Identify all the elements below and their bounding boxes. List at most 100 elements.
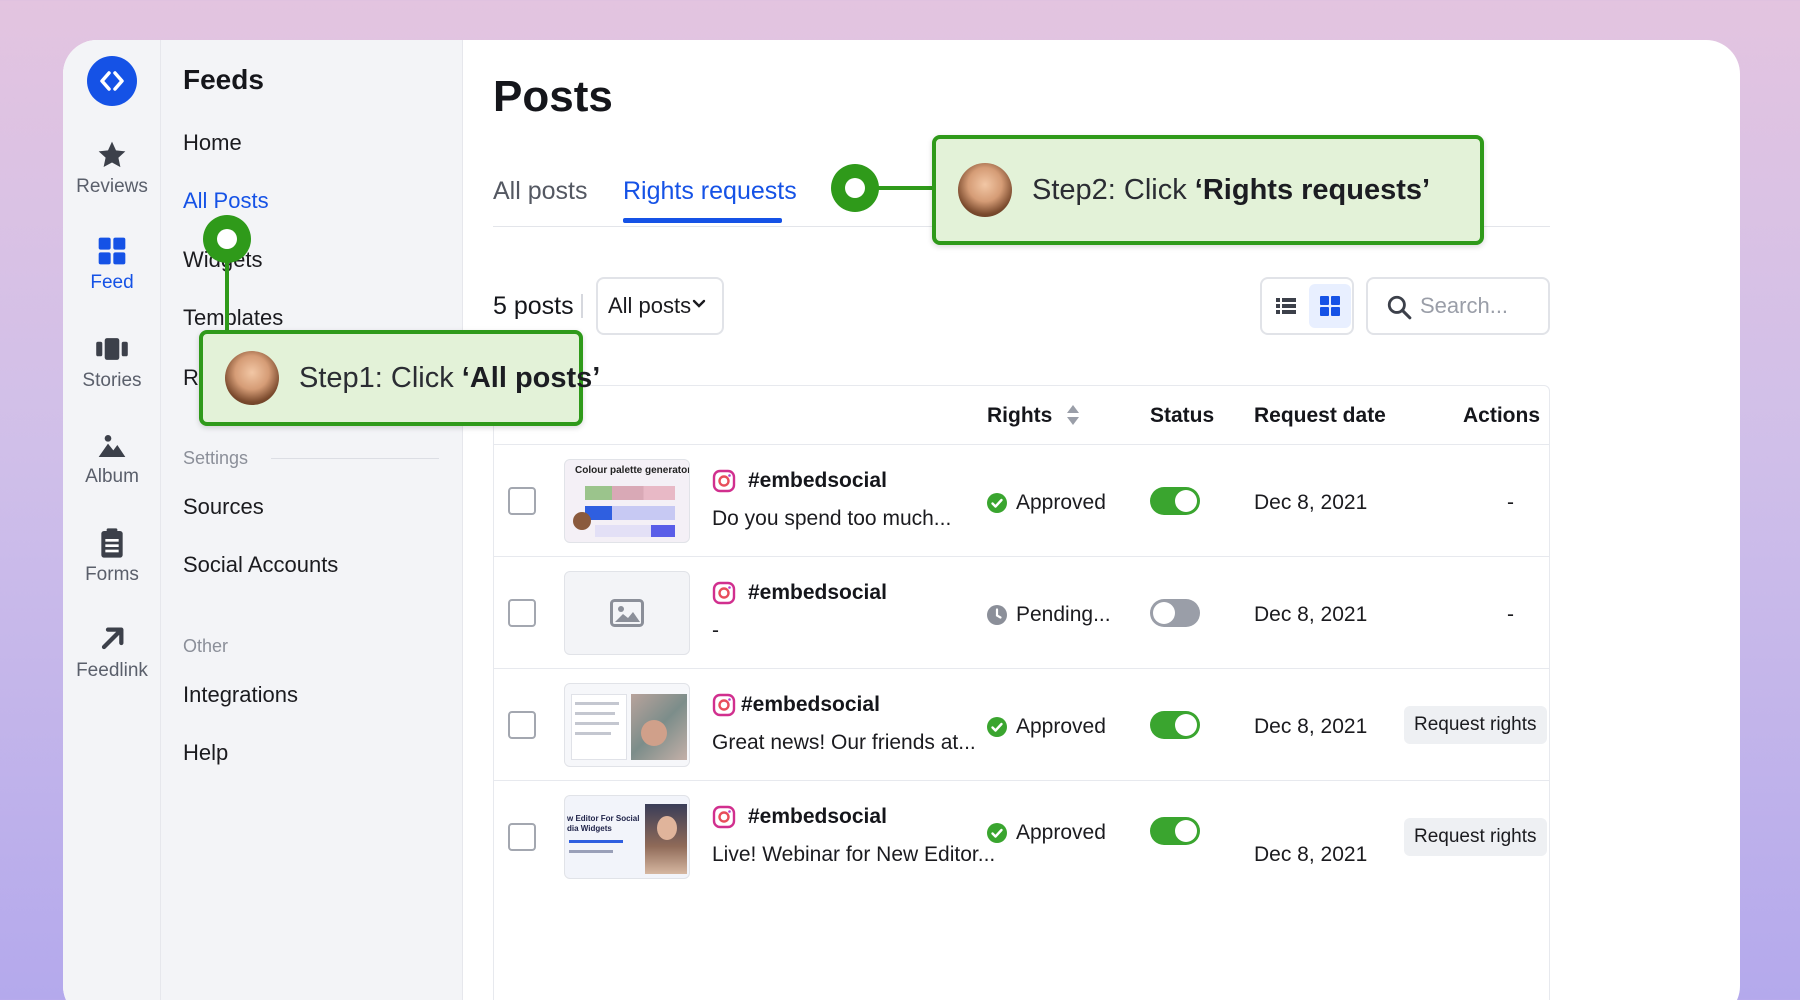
post-caption: Great news! Our friends at... (712, 731, 976, 754)
request-date: Dec 8, 2021 (1254, 603, 1368, 626)
rail-label-reviews: Reviews (76, 176, 148, 197)
step1-avatar (225, 351, 279, 405)
instagram-icon (712, 469, 736, 493)
request-date: Dec 8, 2021 (1254, 491, 1368, 514)
post-thumbnail[interactable] (564, 683, 690, 767)
post-thumbnail[interactable]: w Editor For Social dia Widgets (564, 795, 690, 879)
row-checkbox[interactable] (508, 599, 536, 627)
post-handle: #embedsocial (748, 469, 887, 492)
step2-connector-line (875, 186, 935, 190)
nav-item-integrations[interactable]: Integrations (183, 682, 298, 708)
table-row: #embedsocial Great news! Our friends at.… (494, 668, 1549, 780)
instagram-icon (712, 581, 736, 605)
rail-item-feed[interactable]: Feed (63, 234, 161, 294)
row-checkbox[interactable] (508, 711, 536, 739)
image-placeholder-icon (610, 599, 644, 627)
check-circle-icon (987, 823, 1007, 843)
nav-item-sources[interactable]: Sources (183, 494, 264, 520)
post-thumbnail[interactable]: Colour palette generator (564, 459, 690, 543)
post-handle: #embedsocial (741, 693, 880, 716)
rail-label-forms: Forms (85, 564, 139, 585)
rail-item-stories[interactable]: Stories (63, 332, 161, 392)
nav-section-settings: Settings (183, 448, 249, 468)
sort-icon (1067, 405, 1080, 425)
step1-marker (203, 215, 251, 263)
instagram-icon (712, 693, 736, 717)
step2-target: ‘Rights requests’ (1194, 173, 1431, 206)
check-circle-icon (987, 493, 1007, 513)
grid-view-button[interactable] (1309, 284, 1351, 328)
rail-item-forms[interactable]: Forms (63, 526, 161, 586)
request-date: Dec 8, 2021 (1254, 843, 1368, 866)
app-logo[interactable] (87, 56, 137, 106)
rail-item-reviews[interactable]: Reviews (63, 138, 161, 198)
post-thumbnail-placeholder[interactable] (564, 571, 690, 655)
step2-marker (831, 164, 879, 212)
toolbar-separator (581, 294, 583, 318)
search-box (1366, 277, 1550, 335)
post-handle: #embedsocial (748, 805, 887, 828)
rights-status: Approved (987, 491, 1106, 515)
header-rights-label: Rights (987, 404, 1053, 427)
rail-item-album[interactable]: Album (63, 428, 161, 488)
header-status: Status (1150, 404, 1215, 427)
grid-view-icon (1320, 296, 1340, 316)
search-input[interactable] (1420, 291, 1545, 321)
nav-item-home[interactable]: Home (183, 130, 242, 156)
step2-prefix: Step2: Click (1032, 173, 1195, 206)
posts-count: 5 posts (493, 292, 574, 320)
row-checkbox[interactable] (508, 823, 536, 851)
grid-icon (98, 237, 126, 265)
nav-title: Feeds (183, 64, 264, 95)
header-rights[interactable]: Rights (987, 404, 1080, 428)
clock-icon (987, 605, 1007, 625)
thumbnail-title: w Editor For Social dia Widgets (567, 814, 640, 833)
header-actions: Actions (1463, 404, 1541, 427)
step1-prefix: Step1: Click (299, 361, 462, 394)
tab-rights-requests[interactable]: Rights requests (623, 177, 797, 206)
nav-divider (271, 458, 439, 459)
page-title: Posts (493, 72, 613, 121)
status-toggle[interactable] (1150, 487, 1200, 515)
status-toggle[interactable] (1150, 599, 1200, 627)
nav-item-templates[interactable]: Templates (183, 305, 283, 331)
view-toggle (1260, 277, 1354, 335)
status-toggle[interactable] (1150, 817, 1200, 845)
request-rights-button[interactable]: Request rights (1404, 818, 1547, 856)
list-icon (1276, 298, 1296, 314)
post-caption: Live! Webinar for New Editor... (712, 843, 996, 866)
arrow-up-right-icon (101, 627, 124, 650)
nav-item-help[interactable]: Help (183, 740, 228, 766)
request-rights-button[interactable]: Request rights (1404, 706, 1547, 744)
row-checkbox[interactable] (508, 487, 536, 515)
search-icon (1387, 295, 1412, 320)
rights-label: Approved (1016, 491, 1106, 514)
nav-section-other: Other (183, 636, 229, 656)
nav-item-r[interactable]: R (183, 365, 199, 391)
rail-item-feedlink[interactable]: Feedlink (63, 622, 161, 682)
posts-filter-value: All posts (608, 293, 692, 318)
stories-icon (96, 338, 128, 360)
step1-text: Step1: Click ‘All posts’ (299, 362, 600, 395)
list-view-button[interactable] (1265, 284, 1307, 328)
tab-all-posts[interactable]: All posts (493, 177, 587, 206)
posts-filter-select[interactable]: All posts (596, 277, 724, 335)
nav-item-social-accounts[interactable]: Social Accounts (183, 552, 338, 578)
feeds-nav-panel: Feeds Home All Posts Widgets Templates R… (161, 40, 463, 1000)
active-tab-indicator (623, 218, 782, 223)
clipboard-icon (101, 528, 123, 558)
header-request-date: Request date (1254, 404, 1386, 427)
star-icon (98, 141, 126, 168)
table-row: #embedsocial - Pending... Dec 8, 2021 - (494, 556, 1549, 668)
nav-item-all-posts[interactable]: All Posts (183, 188, 269, 214)
chevron-down-icon (692, 299, 706, 308)
action-empty: - (1507, 603, 1514, 626)
table-row: Colour palette generator #embedsocial Do… (494, 444, 1549, 556)
rail-label-feedlink: Feedlink (76, 660, 148, 681)
rights-status: Pending... (987, 603, 1111, 627)
step2-callout: Step2: Click ‘Rights requests’ (932, 135, 1484, 245)
status-toggle[interactable] (1150, 711, 1200, 739)
image-icon (98, 435, 126, 457)
rights-label: Pending... (1016, 603, 1111, 626)
step2-avatar (958, 163, 1012, 217)
